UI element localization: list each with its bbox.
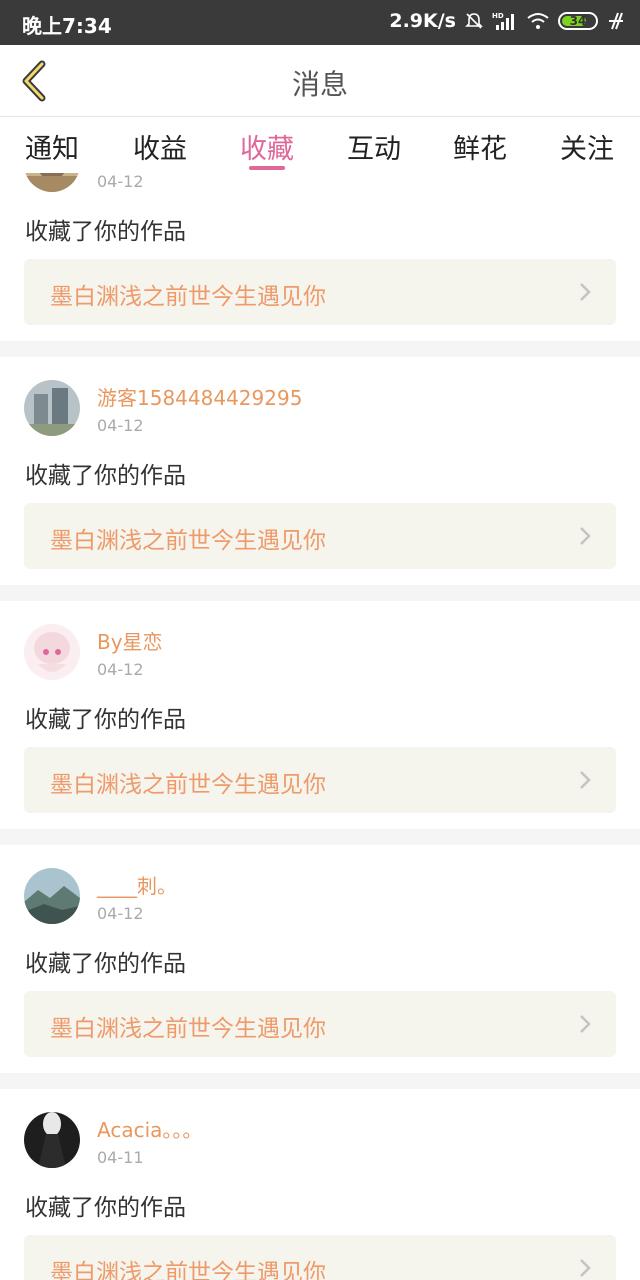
mute-bell-icon — [465, 13, 483, 29]
work-link[interactable]: 墨白渊浅之前世今生遇见你 — [24, 747, 616, 813]
date: 04-12 — [97, 416, 144, 435]
list-item: By星恋 04-12 收藏了你的作品 墨白渊浅之前世今生遇见你 — [0, 601, 640, 829]
action-text: 收藏了你的作品 — [25, 951, 186, 977]
work-link[interactable]: 墨白渊浅之前世今生遇见你 — [24, 503, 616, 569]
wifi-icon — [527, 13, 549, 29]
work-title: 墨白渊浅之前世今生遇见你 — [50, 284, 326, 310]
anime-girl-avatar-icon[interactable] — [24, 624, 80, 680]
charging-icon — [609, 12, 623, 30]
work-title: 墨白渊浅之前世今生遇见你 — [50, 1260, 326, 1280]
hd-label: HD — [492, 12, 504, 20]
status-indicators: 2.9K/s HD 34 — [389, 10, 626, 32]
anime-avatar-icon[interactable] — [24, 173, 80, 192]
battery-icon: 34 — [558, 12, 598, 30]
list-item: 04-12 收藏了你的作品 墨白渊浅之前世今生遇见你 — [0, 173, 640, 341]
username[interactable]: By星恋 — [97, 626, 163, 655]
dark-avatar-icon[interactable] — [24, 1112, 80, 1168]
date: 04-11 — [97, 1148, 144, 1167]
date: 04-12 — [97, 660, 144, 679]
list-item: ____刺。 04-12 收藏了你的作品 墨白渊浅之前世今生遇见你 — [0, 845, 640, 1073]
work-title: 墨白渊浅之前世今生遇见你 — [50, 1016, 326, 1042]
chevron-right-icon — [580, 1015, 591, 1033]
chevron-right-icon — [580, 527, 591, 545]
action-text: 收藏了你的作品 — [25, 1195, 186, 1221]
active-tab-indicator — [249, 166, 285, 170]
work-link[interactable]: 墨白渊浅之前世今生遇见你 — [24, 991, 616, 1057]
username[interactable]: Acacia。。。 — [97, 1114, 202, 1143]
chevron-right-icon — [580, 771, 591, 789]
battery-level: 34 — [569, 14, 587, 28]
list-item: Acacia。。。 04-11 收藏了你的作品 墨白渊浅之前世今生遇见你 — [0, 1089, 640, 1280]
work-link[interactable]: 墨白渊浅之前世今生遇见你 — [24, 259, 616, 325]
mountain-avatar-icon[interactable] — [24, 868, 80, 924]
work-title: 墨白渊浅之前世今生遇见你 — [50, 772, 326, 798]
tab-earnings[interactable]: 收益 — [133, 127, 187, 166]
network-speed: 2.9K/s — [389, 10, 456, 32]
action-text: 收藏了你的作品 — [25, 219, 186, 245]
tab-interactions[interactable]: 互动 — [347, 127, 401, 166]
action-text: 收藏了你的作品 — [25, 463, 186, 489]
date: 04-12 — [97, 904, 144, 923]
list-item: 游客1584484429295 04-12 收藏了你的作品 墨白渊浅之前世今生遇… — [0, 357, 640, 585]
work-title: 墨白渊浅之前世今生遇见你 — [50, 528, 326, 554]
status-bar: 晚上7:34 2.9K/s HD 34 — [0, 0, 640, 45]
tab-bar: 通知 收益 收藏 互动 鲜花 关注 — [0, 117, 640, 173]
tab-notifications[interactable]: 通知 — [25, 127, 79, 166]
notification-list[interactable]: 04-12 收藏了你的作品 墨白渊浅之前世今生遇见你 游客15844844292… — [0, 173, 640, 1280]
work-link[interactable]: 墨白渊浅之前世今生遇见你 — [24, 1235, 616, 1280]
signal-icon: HD — [492, 12, 514, 30]
tab-follows[interactable]: 关注 — [560, 127, 614, 166]
status-time: 晚上7:34 — [22, 14, 112, 38]
tab-favorites[interactable]: 收藏 — [240, 127, 294, 166]
action-text: 收藏了你的作品 — [25, 707, 186, 733]
username[interactable]: 游客1584484429295 — [97, 382, 302, 411]
username[interactable]: ____刺。 — [97, 870, 177, 899]
header: 消息 — [0, 45, 640, 117]
building-avatar-icon[interactable] — [24, 380, 80, 436]
chevron-right-icon — [580, 1259, 591, 1277]
page-title: 消息 — [291, 68, 348, 101]
chevron-right-icon — [580, 283, 591, 301]
tab-flowers[interactable]: 鲜花 — [453, 127, 507, 166]
date: 04-12 — [97, 173, 144, 191]
